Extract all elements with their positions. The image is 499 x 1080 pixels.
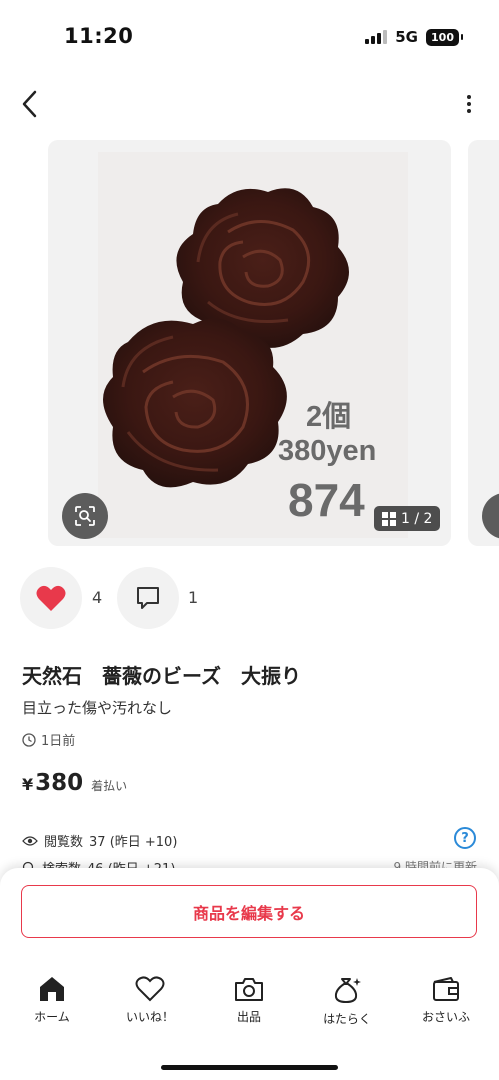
tab-likes[interactable]: いいね！: [105, 976, 195, 1025]
like-count: 4: [92, 588, 103, 607]
clock-icon: [22, 732, 36, 747]
battery-level: 100: [431, 30, 454, 44]
comment-count: 1: [188, 588, 199, 607]
tab-home-label: ホーム: [34, 1010, 70, 1024]
heart-icon: [135, 976, 165, 1002]
status-indicators: 5G 100: [365, 28, 463, 46]
home-icon: [40, 977, 64, 1001]
page-indicator: 1 / 2: [374, 506, 441, 531]
product-image-slide[interactable]: 2個 380yen 874: [48, 140, 451, 546]
tab-wallet[interactable]: おさいふ: [401, 976, 491, 1025]
chevron-left-icon: [22, 90, 37, 118]
posted-time: 1日前: [22, 730, 75, 749]
tab-likes-label: いいね！: [125, 1010, 174, 1024]
battery-icon: 100: [426, 28, 463, 46]
views-value: 37 (昨日 +10): [89, 835, 178, 850]
more-dot-icon: [467, 102, 471, 106]
back-button[interactable]: [10, 84, 50, 124]
bottom-sheet: 商品を編集する ホーム いいね！ 出品 はたらく おさいふ: [0, 868, 499, 1080]
more-dot-icon: [467, 95, 471, 99]
help-icon[interactable]: ?: [454, 827, 476, 849]
overlay-number: 874: [288, 474, 365, 526]
edit-item-button[interactable]: 商品を編集する: [21, 885, 477, 938]
tab-work-label: はたらく: [323, 1012, 371, 1026]
scan-search-icon: [75, 506, 95, 526]
item-title: 天然石 薔薇のビーズ 大振り: [22, 664, 301, 688]
status-time: 11:20: [64, 24, 134, 48]
price-value: 380: [35, 770, 84, 796]
tab-sell-label: 出品: [236, 1010, 261, 1024]
like-button[interactable]: [20, 567, 82, 629]
more-options-button[interactable]: [455, 84, 483, 124]
network-type: 5G: [395, 28, 418, 46]
image-search-button[interactable]: [62, 493, 108, 539]
camera-icon: [235, 978, 263, 1001]
page-indicator-text: 1 / 2: [401, 510, 433, 527]
tab-bar: ホーム いいね！ 出品 はたらく おさいふ: [0, 976, 499, 1038]
item-condition: 目立った傷や汚れなし: [22, 699, 173, 717]
more-dot-icon: [467, 109, 471, 113]
reactions-row: 4 1: [0, 565, 499, 629]
tab-home[interactable]: ホーム: [7, 976, 97, 1025]
eye-icon: [22, 835, 38, 846]
heart-filled-icon: [36, 585, 66, 611]
price-currency: ¥: [22, 775, 34, 794]
overlay-price: 380yen: [278, 435, 377, 467]
money-bag-icon: [334, 978, 361, 1004]
image-carousel[interactable]: 2個 380yen 874 1 / 2: [0, 140, 499, 547]
status-bar: 11:20 5G 100: [0, 0, 499, 76]
views-stat: 閲覧数 37 (昨日 +10): [22, 831, 177, 850]
tab-work[interactable]: はたらく: [302, 976, 392, 1027]
comment-icon: [137, 587, 159, 609]
wallet-icon: [433, 977, 459, 1001]
views-label: 閲覧数: [44, 835, 84, 850]
comment-button[interactable]: [117, 567, 179, 629]
nav-bar: [0, 80, 499, 128]
shipping-method: 着払い: [91, 779, 128, 793]
home-indicator: [161, 1065, 338, 1070]
rose-bead-lower: [103, 318, 287, 488]
posted-time-text: 1日前: [41, 734, 76, 749]
tab-sell[interactable]: 出品: [204, 976, 294, 1025]
grid-icon: [382, 511, 396, 526]
overlay-quantity: 2個: [306, 401, 352, 433]
price-row: ¥ 380 着払い: [22, 770, 127, 796]
tab-wallet-label: おさいふ: [421, 1010, 470, 1024]
next-image-slide[interactable]: [468, 140, 499, 546]
signal-icon: [365, 30, 388, 44]
